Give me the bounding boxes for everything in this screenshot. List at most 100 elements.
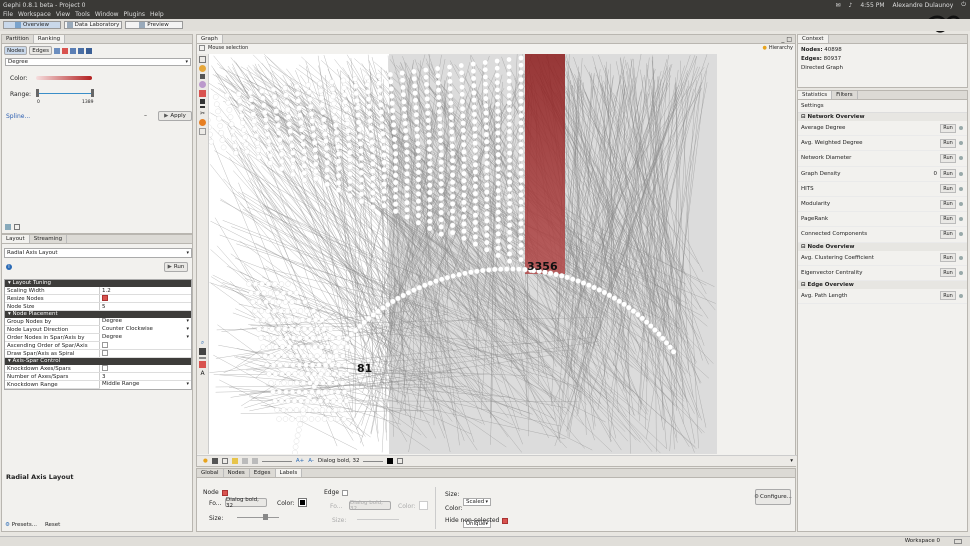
graph-node[interactable] bbox=[268, 380, 274, 386]
graph-node[interactable] bbox=[518, 84, 524, 90]
graph-node[interactable] bbox=[218, 130, 225, 136]
graph-node[interactable] bbox=[482, 81, 489, 87]
graph-node[interactable] bbox=[506, 128, 513, 135]
graph-node[interactable] bbox=[298, 371, 305, 377]
graph-node[interactable] bbox=[311, 132, 317, 139]
layout-direction-select[interactable]: Counter Clockwise bbox=[100, 326, 191, 334]
graph-node[interactable] bbox=[392, 208, 399, 215]
graph-node[interactable] bbox=[289, 389, 296, 395]
graph-node[interactable] bbox=[427, 218, 433, 224]
graph-node[interactable] bbox=[275, 122, 281, 129]
graph-node[interactable] bbox=[389, 100, 396, 107]
graph-node[interactable] bbox=[381, 145, 387, 151]
graph-node[interactable] bbox=[435, 87, 442, 93]
graph-node[interactable] bbox=[347, 164, 353, 170]
graph-node[interactable] bbox=[311, 371, 318, 377]
graph-node[interactable] bbox=[274, 380, 281, 386]
graph-node[interactable] bbox=[459, 77, 465, 83]
graph-node[interactable] bbox=[290, 362, 296, 368]
graph-node[interactable] bbox=[472, 234, 479, 240]
graph-node[interactable] bbox=[298, 398, 304, 404]
graph-node[interactable] bbox=[518, 249, 524, 256]
draw-spiral-checkbox[interactable] bbox=[102, 350, 108, 356]
graph-node[interactable] bbox=[449, 229, 456, 236]
graph-node[interactable] bbox=[317, 398, 324, 404]
graph-node[interactable] bbox=[256, 154, 262, 161]
graph-node[interactable] bbox=[328, 389, 335, 395]
graph-node[interactable] bbox=[411, 83, 418, 89]
graph-node[interactable] bbox=[323, 335, 329, 341]
graph-node[interactable] bbox=[252, 125, 259, 132]
graph-node[interactable] bbox=[276, 389, 283, 395]
graph-node[interactable] bbox=[427, 189, 433, 196]
graph-node[interactable] bbox=[415, 155, 422, 161]
graph-node[interactable] bbox=[388, 78, 394, 85]
graph-node[interactable] bbox=[438, 224, 444, 230]
graph-node[interactable] bbox=[461, 206, 467, 213]
graph-node[interactable] bbox=[652, 327, 658, 333]
graph-node[interactable] bbox=[288, 135, 294, 142]
graph-node[interactable] bbox=[461, 228, 467, 234]
graph-node[interactable] bbox=[483, 102, 489, 109]
graph-node[interactable] bbox=[367, 117, 373, 124]
graph-node[interactable] bbox=[278, 308, 284, 314]
graph-node[interactable] bbox=[518, 127, 524, 133]
graph-node[interactable] bbox=[449, 201, 456, 207]
graph-node[interactable] bbox=[392, 158, 399, 164]
menu-window[interactable]: Window bbox=[95, 11, 119, 18]
graph-node[interactable] bbox=[506, 164, 513, 171]
graph-node[interactable] bbox=[484, 174, 490, 181]
graph-node[interactable] bbox=[290, 335, 297, 341]
graph-node[interactable] bbox=[301, 170, 308, 176]
graph-node[interactable] bbox=[635, 311, 641, 318]
graph-node[interactable] bbox=[299, 344, 305, 350]
knockdown-checkbox[interactable] bbox=[102, 365, 108, 371]
graph-node[interactable] bbox=[483, 117, 489, 123]
graph-node[interactable] bbox=[209, 131, 213, 138]
settings-link[interactable]: Settings bbox=[798, 100, 967, 113]
graph-node[interactable] bbox=[274, 290, 280, 296]
graph-node[interactable] bbox=[248, 290, 254, 296]
graph-node[interactable] bbox=[358, 177, 365, 183]
brush-icon[interactable] bbox=[200, 99, 205, 104]
graph-node[interactable] bbox=[381, 181, 387, 187]
tab-filters[interactable]: Filters bbox=[832, 91, 858, 99]
ascending-order-checkbox[interactable] bbox=[102, 342, 108, 348]
graph-node[interactable] bbox=[311, 398, 317, 404]
graph-node[interactable] bbox=[294, 380, 300, 386]
font-decrease-icon[interactable]: A- bbox=[308, 458, 314, 464]
graph-node[interactable] bbox=[461, 235, 467, 242]
graph-node[interactable] bbox=[301, 177, 308, 183]
graph-node[interactable] bbox=[250, 111, 257, 117]
graph-node[interactable] bbox=[449, 157, 456, 164]
graph-node[interactable] bbox=[344, 120, 351, 127]
color-ranking-icon[interactable] bbox=[53, 47, 60, 54]
graph-node[interactable] bbox=[344, 335, 351, 342]
graph-node[interactable] bbox=[232, 143, 238, 149]
graph-node[interactable] bbox=[272, 371, 279, 377]
graph-node[interactable] bbox=[456, 271, 462, 278]
graph-node[interactable] bbox=[643, 319, 650, 325]
hide-non-selected-checkbox[interactable] bbox=[502, 517, 509, 524]
graph-node[interactable] bbox=[251, 118, 258, 125]
graph-node[interactable] bbox=[325, 344, 331, 350]
graph-node[interactable] bbox=[302, 389, 309, 395]
graph-node[interactable] bbox=[327, 326, 334, 332]
graph-node[interactable] bbox=[376, 80, 382, 86]
graph-node[interactable] bbox=[370, 175, 376, 182]
graph-node[interactable] bbox=[484, 167, 490, 174]
menu-help[interactable]: Help bbox=[150, 11, 164, 18]
graph-node[interactable] bbox=[385, 301, 391, 308]
graph-node[interactable] bbox=[424, 88, 430, 95]
graph-node[interactable] bbox=[506, 63, 512, 70]
edge-scale-slider[interactable] bbox=[261, 460, 292, 462]
graph-node[interactable] bbox=[212, 94, 219, 100]
graph-node[interactable] bbox=[438, 188, 444, 194]
graph-node[interactable] bbox=[308, 326, 314, 332]
label-font-label[interactable]: Dialog bold, 32 bbox=[318, 458, 360, 464]
sizer-icon[interactable] bbox=[199, 90, 206, 97]
node-size-field[interactable]: 5 bbox=[100, 303, 191, 310]
graph-node[interactable] bbox=[220, 144, 227, 151]
graph-node[interactable] bbox=[438, 202, 444, 209]
graph-node[interactable] bbox=[375, 308, 381, 315]
